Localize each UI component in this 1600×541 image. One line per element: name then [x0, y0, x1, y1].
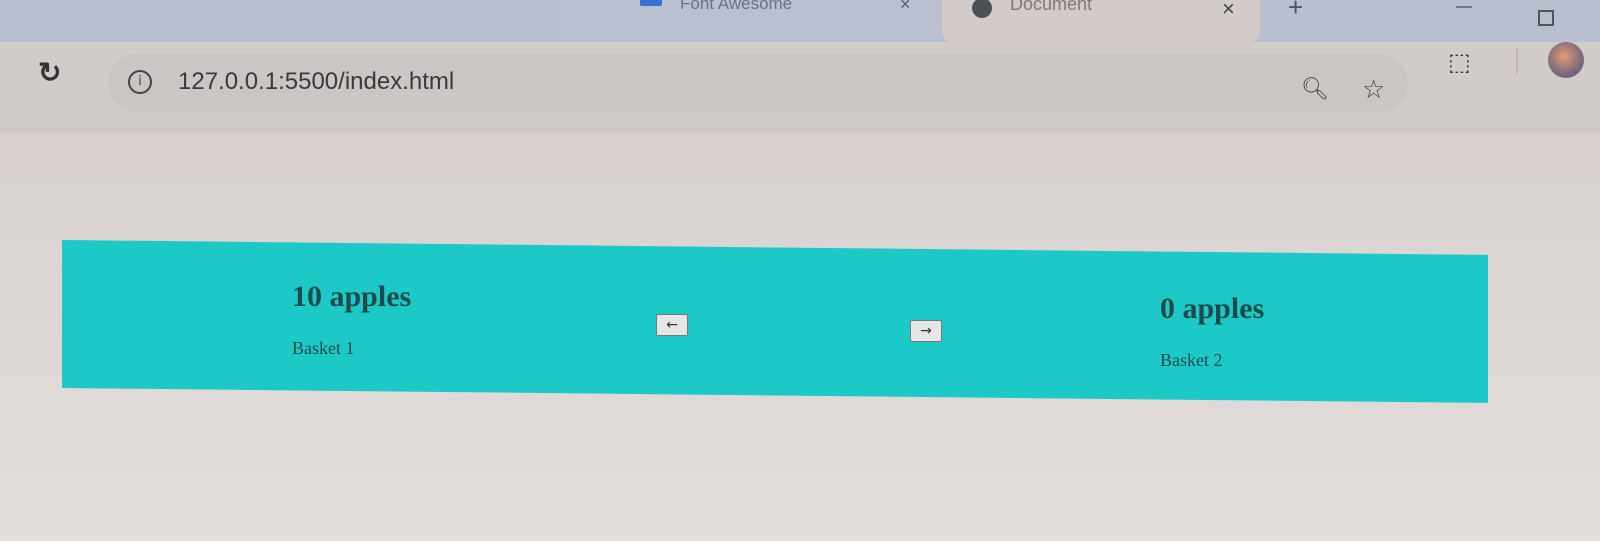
- star-icon[interactable]: ☆: [1362, 74, 1385, 105]
- tab-title: Document: [1010, 0, 1093, 14]
- reload-icon[interactable]: ↻: [38, 56, 61, 89]
- toolbar-shadow: [0, 128, 1600, 134]
- close-icon[interactable]: ×: [900, 0, 911, 15]
- move-right-button[interactable]: →: [910, 320, 942, 342]
- tab-title: Font Awesome: [680, 0, 793, 13]
- address-bar[interactable]: i 127.0.0.1:5500/index.html 🔍︎ ☆: [108, 54, 1408, 112]
- zoom-icon[interactable]: 🔍︎: [1301, 76, 1329, 102]
- info-icon[interactable]: i: [128, 70, 152, 94]
- basket-1: 10 apples Basket 1: [292, 280, 411, 359]
- basket-1-label: Basket 1: [292, 338, 355, 358]
- toolbar-divider: [1516, 48, 1518, 74]
- tab-strip: Font Awesome × Document × +: [0, 0, 1600, 42]
- avatar[interactable]: [1548, 42, 1584, 78]
- basket-2-count: 0 apples: [1160, 292, 1265, 325]
- maximize-button[interactable]: [1538, 10, 1554, 26]
- browser-toolbar: ↻ i 127.0.0.1:5500/index.html 🔍︎ ☆: [0, 42, 1600, 128]
- puzzle-icon[interactable]: ⬚: [1448, 48, 1471, 77]
- basket-1-count: 10 apples: [292, 280, 412, 313]
- move-left-button[interactable]: ←: [656, 314, 688, 336]
- globe-icon: [972, 0, 992, 18]
- apple-baskets-panel: [62, 240, 1488, 403]
- browser-window: Font Awesome × Document × + ↻ i 127.0.0.…: [0, 0, 1600, 541]
- basket-2: 0 apples Basket 2: [1160, 292, 1264, 371]
- tab-font-awesome[interactable]: Font Awesome ×: [560, 0, 940, 40]
- tab-document[interactable]: Document ×: [942, 0, 1260, 42]
- close-icon[interactable]: ×: [1222, 0, 1235, 22]
- new-tab-button[interactable]: +: [1288, 0, 1303, 23]
- font-awesome-flag-icon: [640, 0, 662, 6]
- url-text[interactable]: 127.0.0.1:5500/index.html: [178, 68, 454, 96]
- basket-2-label: Basket 2: [1160, 350, 1223, 370]
- minimize-button[interactable]: [1456, 6, 1472, 8]
